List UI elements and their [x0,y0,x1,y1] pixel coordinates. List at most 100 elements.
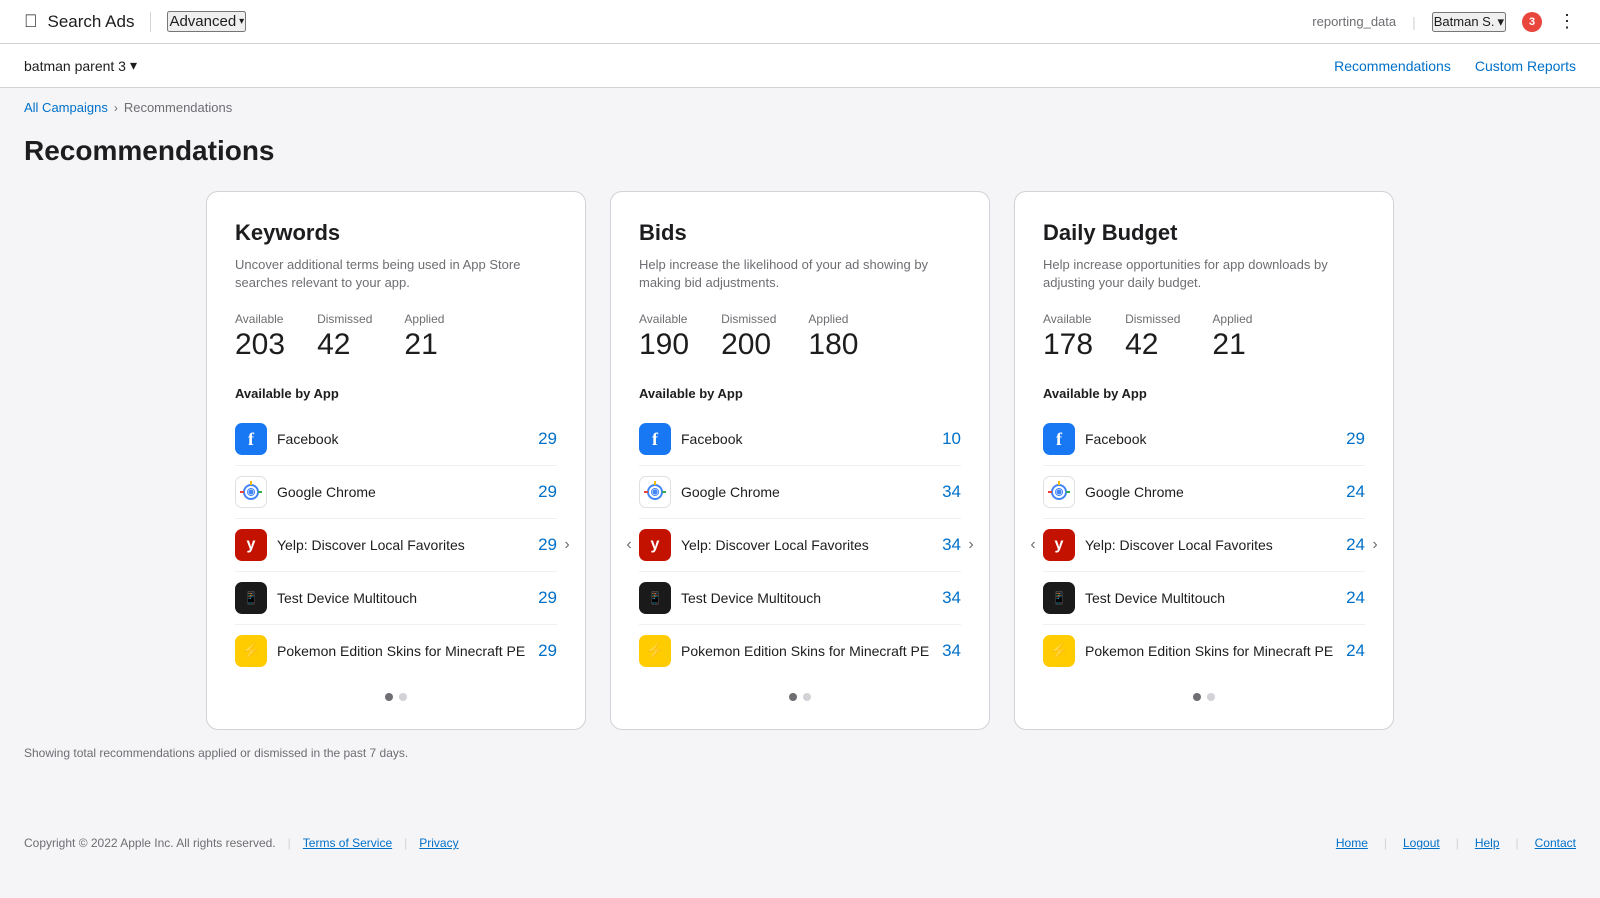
card-description: Help increase opportunities for app down… [1043,256,1365,292]
breadcrumb-all-campaigns[interactable]: All Campaigns [24,100,108,115]
app-left: Google Chrome [639,476,780,508]
page-title: Recommendations [24,135,1576,167]
cards-container: Keywords Uncover additional terms being … [0,191,1600,730]
stat-dismissed-label: Dismissed [317,312,372,326]
org-name: batman parent 3 [24,58,126,74]
app-left: y Yelp: Discover Local Favorites [235,529,465,561]
app-icon-facebook: f [639,423,671,455]
footer-right-links: Home | Logout | Help | Contact [1336,836,1576,850]
stat-dismissed-value: 42 [1125,328,1180,362]
carousel-wrap: ‹ f Facebook 10 [639,413,961,677]
brand-name: Search Ads [48,12,135,32]
nav-custom-reports[interactable]: Custom Reports [1475,58,1576,74]
page-footer: Copyright © 2022 Apple Inc. All rights r… [0,820,1600,866]
stat-applied-value: 180 [808,328,858,362]
user-name-label: Batman S. [1434,14,1495,29]
header-divider [150,12,151,32]
user-data-label: reporting_data [1312,14,1396,29]
app-row: f Facebook 10 [639,413,961,466]
carousel-dot[interactable] [399,693,407,701]
carousel-dots [1043,693,1365,701]
app-left: ⚡ Pokemon Edition Skins for Minecraft PE [639,635,929,667]
stats-row: Available 190 Dismissed 200 Applied 180 [639,312,961,362]
app-left: 📱 Test Device Multitouch [1043,582,1225,614]
stat-applied-label: Applied [404,312,444,326]
app-left: 📱 Test Device Multitouch [235,582,417,614]
help-footer-link[interactable]: Help [1475,836,1500,850]
carousel-dot[interactable] [803,693,811,701]
copyright-text: Copyright © 2022 Apple Inc. All rights r… [24,836,276,850]
footer-divider2: | [404,836,407,850]
nav-recommendations[interactable]: Recommendations [1334,58,1451,74]
carousel-right-arrow[interactable]: › [959,533,983,557]
carousel-dot[interactable] [1193,693,1201,701]
stat-dismissed-label: Dismissed [721,312,776,326]
logout-footer-link[interactable]: Logout [1403,836,1440,850]
grid-icon[interactable]: ⋮ [1558,11,1576,32]
app-count: 29 [538,482,557,502]
app-left: Google Chrome [1043,476,1184,508]
app-list: f Facebook 29 Google Chrome [1043,413,1365,677]
breadcrumb-separator-icon: › [114,101,118,115]
app-name: Pokemon Edition Skins for Minecraft PE [277,643,525,659]
stat-applied-label: Applied [1212,312,1252,326]
app-row: ⚡ Pokemon Edition Skins for Minecraft PE… [1043,625,1365,677]
privacy-link[interactable]: Privacy [419,836,458,850]
org-chevron-icon: ▾ [130,57,137,74]
available-by-app-label: Available by App [1043,386,1365,401]
app-left: Google Chrome [235,476,376,508]
app-row: Google Chrome 29 [235,466,557,519]
carousel-left-arrow[interactable]: ‹ [617,533,641,557]
app-icon-pokemon: ⚡ [639,635,671,667]
app-count: 29 [538,641,557,661]
terms-link[interactable]: Terms of Service [303,836,392,850]
carousel-dots [639,693,961,701]
stat-available-value: 203 [235,328,285,362]
app-icon-facebook: f [1043,423,1075,455]
app-row: 📱 Test Device Multitouch 24 [1043,572,1365,625]
carousel-dot[interactable] [1207,693,1215,701]
app-row: y Yelp: Discover Local Favorites 29 [235,519,557,572]
stat-applied: Applied 180 [808,312,858,362]
org-selector[interactable]: batman parent 3 ▾ [24,57,137,74]
app-name: Facebook [1085,431,1146,447]
carousel-right-arrow[interactable]: › [555,533,579,557]
app-icon-pokemon: ⚡ [1043,635,1075,667]
app-left: f Facebook [1043,423,1146,455]
sub-header: batman parent 3 ▾ Recommendations Custom… [0,44,1600,88]
stat-available: Available 203 [235,312,285,362]
stat-available-value: 190 [639,328,689,362]
card-title: Bids [639,220,961,246]
carousel-dot[interactable] [385,693,393,701]
app-count: 10 [942,429,961,449]
home-footer-link[interactable]: Home [1336,836,1368,850]
app-name: Test Device Multitouch [277,590,417,606]
app-count: 24 [1346,482,1365,502]
notification-badge[interactable]: 3 [1522,12,1542,32]
stat-dismissed: Dismissed 200 [721,312,776,362]
card-title: Keywords [235,220,557,246]
card-title: Daily Budget [1043,220,1365,246]
advanced-dropdown-button[interactable]: Advanced ▾ [167,11,246,32]
chevron-down-icon: ▾ [239,16,244,27]
app-name: Yelp: Discover Local Favorites [1085,537,1273,553]
stat-dismissed-value: 200 [721,328,776,362]
stat-applied-value: 21 [1212,328,1252,362]
carousel-wrap: f Facebook 29 Google Chrome [235,413,557,677]
carousel-right-arrow[interactable]: › [1363,533,1387,557]
carousel-left-arrow[interactable]: ‹ [1021,533,1045,557]
app-row: f Facebook 29 [235,413,557,466]
user-name-button[interactable]: Batman S. ▾ [1432,12,1506,32]
app-row: y Yelp: Discover Local Favorites 34 [639,519,961,572]
app-icon-yelp: y [639,529,671,561]
stat-available: Available 190 [639,312,689,362]
stats-row: Available 178 Dismissed 42 Applied 21 [1043,312,1365,362]
carousel-dot[interactable] [789,693,797,701]
app-count: 29 [538,588,557,608]
header:  Search Ads Advanced ▾ reporting_data |… [0,0,1600,44]
app-name: Yelp: Discover Local Favorites [681,537,869,553]
contact-footer-link[interactable]: Contact [1535,836,1576,850]
app-count: 29 [1346,429,1365,449]
stat-applied-label: Applied [808,312,858,326]
app-left: y Yelp: Discover Local Favorites [639,529,869,561]
